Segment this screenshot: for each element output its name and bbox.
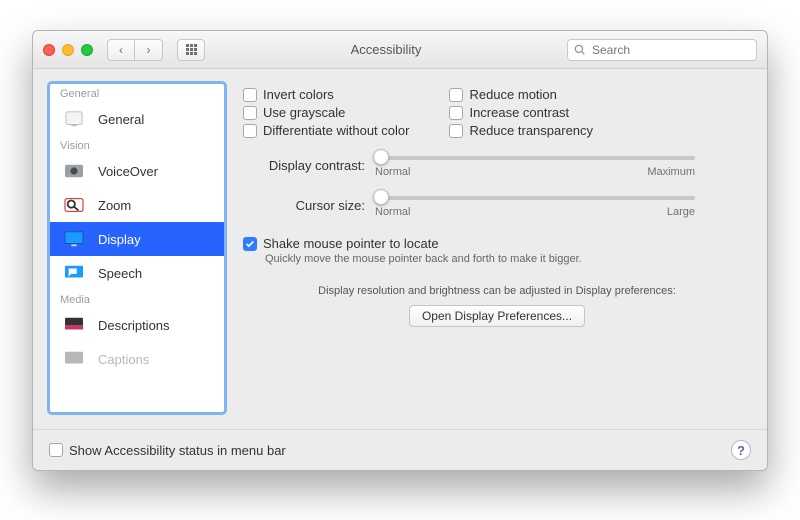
reduce-motion-checkbox[interactable]: Reduce motion xyxy=(449,87,593,102)
sidebar-item-descriptions[interactable]: Descriptions xyxy=(50,308,224,342)
sidebar-section-general: General xyxy=(50,84,224,102)
minimize-window-button[interactable] xyxy=(62,44,74,56)
shake-pointer-checkbox[interactable]: Shake mouse pointer to locate xyxy=(243,236,751,251)
captions-icon xyxy=(60,348,88,370)
cursor-size-slider[interactable] xyxy=(375,196,695,200)
search-icon xyxy=(574,44,586,56)
forward-button[interactable]: › xyxy=(135,39,163,61)
increase-contrast-checkbox[interactable]: Increase contrast xyxy=(449,105,593,120)
sidebar-section-vision: Vision xyxy=(50,136,224,154)
search-field-wrap[interactable] xyxy=(567,39,757,61)
cursor-size-label: Cursor size: xyxy=(243,196,365,213)
general-icon xyxy=(60,108,88,130)
sidebar-item-label: Descriptions xyxy=(98,318,170,333)
checkbox-label: Shake mouse pointer to locate xyxy=(263,236,439,251)
slider-thumb[interactable] xyxy=(373,189,389,205)
back-button[interactable]: ‹ xyxy=(107,39,135,61)
sidebar-item-label: Speech xyxy=(98,266,142,281)
checkbox-label: Invert colors xyxy=(263,87,334,102)
sidebar-item-label: General xyxy=(98,112,144,127)
checkbox-label: Show Accessibility status in menu bar xyxy=(69,443,286,458)
slider-min-label: Normal xyxy=(375,206,410,218)
invert-colors-checkbox[interactable]: Invert colors xyxy=(243,87,409,102)
descriptions-icon xyxy=(60,314,88,336)
grid-icon xyxy=(186,44,197,55)
display-contrast-slider[interactable] xyxy=(375,156,695,160)
differentiate-without-color-checkbox[interactable]: Differentiate without color xyxy=(243,123,409,138)
shake-pointer-description: Quickly move the mouse pointer back and … xyxy=(265,253,751,265)
speech-icon xyxy=(60,262,88,284)
slider-max-label: Maximum xyxy=(647,166,695,178)
footer: Show Accessibility status in menu bar ? xyxy=(33,429,767,470)
use-grayscale-checkbox[interactable]: Use grayscale xyxy=(243,105,409,120)
sidebar-item-label: Display xyxy=(98,232,141,247)
show-all-button[interactable] xyxy=(177,39,205,61)
sidebar-item-zoom[interactable]: Zoom xyxy=(50,188,224,222)
show-status-in-menubar-checkbox[interactable]: Show Accessibility status in menu bar xyxy=(49,443,286,458)
window-controls xyxy=(43,44,93,56)
display-settings-pane: Invert colors Use grayscale Differentiat… xyxy=(243,83,751,413)
open-display-preferences-button[interactable]: Open Display Preferences... xyxy=(409,305,585,327)
checkmark-icon xyxy=(243,237,257,251)
reduce-transparency-checkbox[interactable]: Reduce transparency xyxy=(449,123,593,138)
close-window-button[interactable] xyxy=(43,44,55,56)
sidebar-item-label: Zoom xyxy=(98,198,131,213)
zoom-window-button[interactable] xyxy=(81,44,93,56)
display-preferences-hint: Display resolution and brightness can be… xyxy=(243,285,751,297)
sidebar-item-general[interactable]: General xyxy=(50,102,224,136)
accessibility-window: ‹ › Accessibility General General xyxy=(32,30,768,471)
sidebar-item-label: VoiceOver xyxy=(98,164,158,179)
sidebar-item-speech[interactable]: Speech xyxy=(50,256,224,290)
window-title: Accessibility xyxy=(213,42,559,57)
slider-min-label: Normal xyxy=(375,166,410,178)
slider-thumb[interactable] xyxy=(373,149,389,165)
checkbox-label: Increase contrast xyxy=(469,105,569,120)
sidebar-item-label: Captions xyxy=(98,352,149,367)
sidebar-item-captions[interactable]: Captions xyxy=(50,342,224,376)
sidebar-item-display[interactable]: Display xyxy=(50,222,224,256)
sidebar-item-voiceover[interactable]: VoiceOver xyxy=(50,154,224,188)
checkbox-label: Use grayscale xyxy=(263,105,345,120)
display-icon xyxy=(60,228,88,250)
chevron-right-icon: › xyxy=(147,43,151,57)
checkbox-label: Reduce motion xyxy=(469,87,556,102)
help-icon: ? xyxy=(737,443,745,458)
titlebar: ‹ › Accessibility xyxy=(33,31,767,69)
zoom-icon xyxy=(60,194,88,216)
slider-max-label: Large xyxy=(667,206,695,218)
checkbox-label: Reduce transparency xyxy=(469,123,593,138)
checkbox-label: Differentiate without color xyxy=(263,123,409,138)
nav-back-forward: ‹ › xyxy=(107,39,163,61)
sidebar-section-media: Media xyxy=(50,290,224,308)
category-sidebar[interactable]: General General Vision VoiceOver Zoom xyxy=(49,83,225,413)
search-input[interactable] xyxy=(590,42,750,58)
chevron-left-icon: ‹ xyxy=(119,43,123,57)
voiceover-icon xyxy=(60,160,88,182)
display-contrast-label: Display contrast: xyxy=(243,156,365,173)
help-button[interactable]: ? xyxy=(731,440,751,460)
